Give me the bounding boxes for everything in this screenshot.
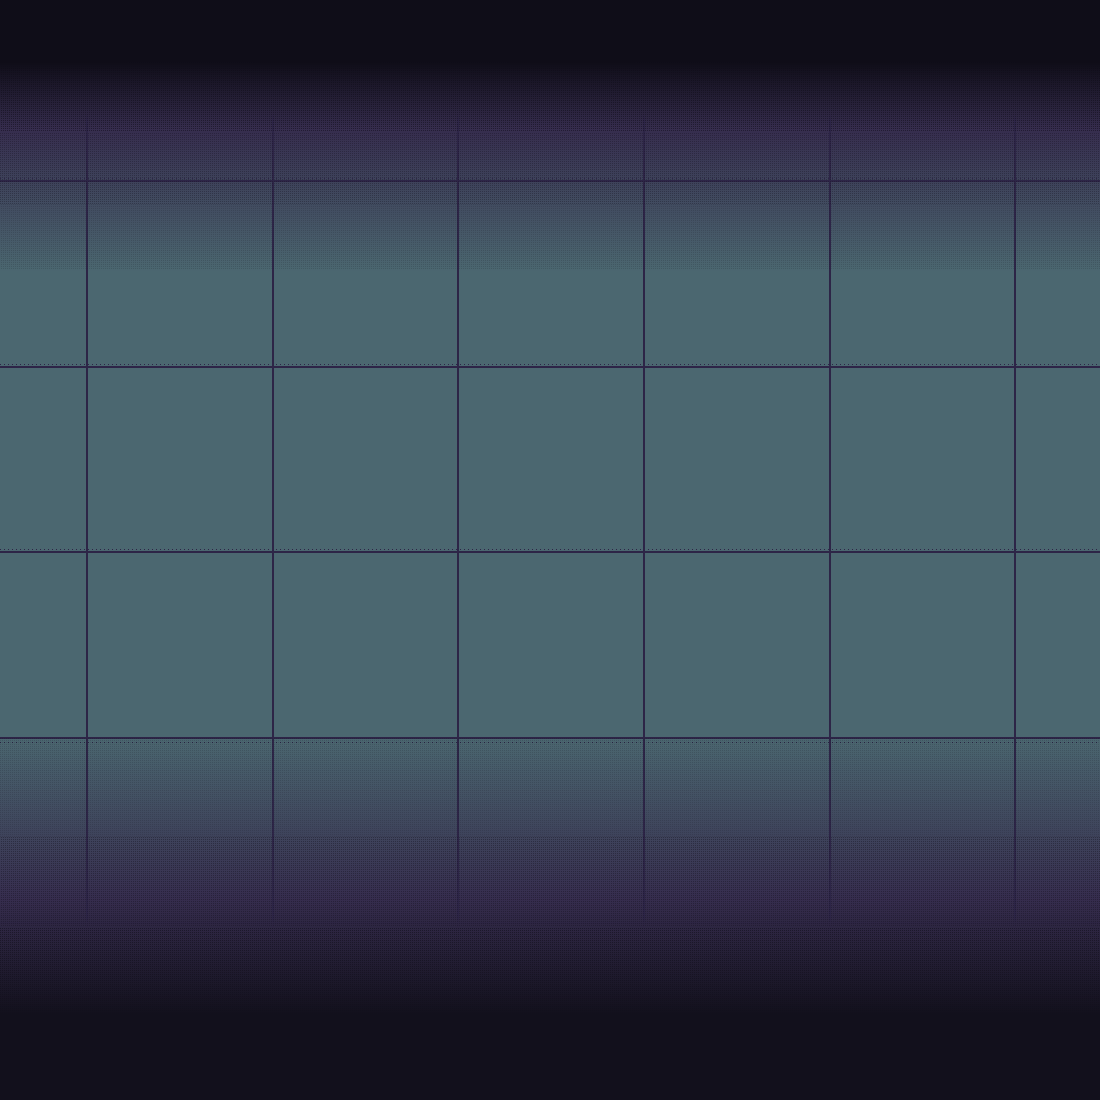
grid-vertical-line [272,0,274,1100]
grid-vertical-line [643,0,645,1100]
grid-horizontal-line [0,180,1100,182]
grid-vertical-line [829,0,831,1100]
twilight-gradient-background [0,0,1100,1100]
grid-line-dither-dashes [0,178,1100,179]
grid-line-dither-dashes [0,927,1100,928]
grid-vertical-line [457,0,459,1100]
grid-overlay [0,0,1100,1100]
grid-vertical-line [86,0,88,1100]
grid-horizontal-line [0,737,1100,739]
grid-horizontal-line [0,922,1100,924]
grid-line-dither-dashes [0,364,1100,365]
grid-line-dither-dashes [0,549,1100,550]
grid-line-dither-dashes [0,742,1100,743]
grid-horizontal-line [0,551,1100,553]
grid-vertical-line [1014,0,1016,1100]
grid-horizontal-line [0,366,1100,368]
